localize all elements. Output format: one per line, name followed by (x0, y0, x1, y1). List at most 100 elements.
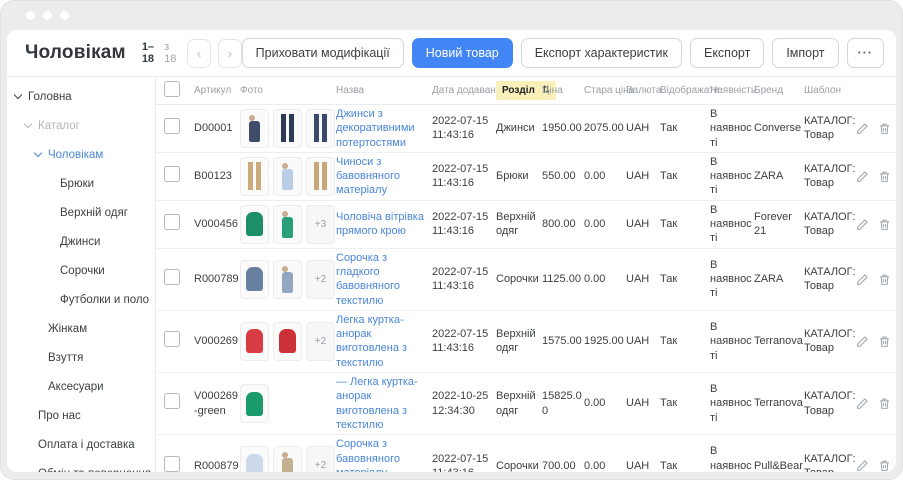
currency-cell: UAH (626, 459, 660, 472)
sidebar-item[interactable]: Каталог (7, 111, 155, 140)
photo-cell[interactable]: +2 (240, 446, 336, 472)
product-name-link[interactable]: Джинси з декоративними потертостями (336, 108, 415, 149)
product-name-link[interactable]: Сорочка з бавовняного матеріалу притален… (336, 438, 428, 472)
window-control-dot (43, 11, 52, 20)
sidebar-item-label: Футболки и поло (60, 294, 149, 306)
column-header-section[interactable]: Розділ⇅ (496, 81, 542, 100)
sidebar-item-label: Головна (28, 91, 72, 103)
sidebar-item[interactable]: Брюки (7, 169, 155, 198)
photo-cell[interactable]: +2 (240, 322, 336, 361)
edit-icon[interactable] (856, 122, 869, 135)
pagination-prev-button[interactable]: ‹ (187, 39, 211, 68)
edit-icon[interactable] (856, 218, 869, 231)
window-control-dot (60, 11, 69, 20)
row-checkbox[interactable] (164, 214, 180, 230)
delete-icon[interactable] (878, 335, 891, 348)
new-product-button[interactable]: Новий товар (412, 38, 513, 68)
edit-icon[interactable] (856, 273, 869, 286)
edit-icon[interactable] (856, 459, 869, 472)
photo-cell[interactable] (240, 109, 336, 148)
display-cell: Так (660, 396, 710, 410)
hide-modifications-button[interactable]: Приховати модифікації (242, 38, 404, 68)
product-name-link[interactable]: Сорочка з гладкого бавовняного текстилю (336, 252, 400, 307)
sidebar-item[interactable]: Жінкам (7, 314, 155, 343)
availability-cell: В наявності (710, 258, 754, 301)
sidebar-item[interactable]: Джинси (7, 227, 155, 256)
garment-shape (246, 267, 263, 291)
photo-cell[interactable]: +2 (240, 260, 336, 299)
app-window: Чоловікам 1–18 з 18 ‹ › Приховати модифі… (0, 0, 903, 480)
column-header-availability[interactable]: Наявність (710, 85, 754, 96)
template-cell: КАТАЛОГ: Товар (804, 452, 856, 472)
model-figure-shape (282, 266, 293, 293)
sidebar-item[interactable]: Футболки и поло (7, 285, 155, 314)
delete-icon[interactable] (878, 397, 891, 410)
photo-cell[interactable] (240, 384, 336, 423)
import-button[interactable]: Імпорт (772, 38, 838, 68)
main-area: ГоловнаКаталогЧоловікамБрюкиВерхній одяг… (7, 77, 896, 472)
row-checkbox[interactable] (164, 456, 180, 472)
edit-icon[interactable] (856, 170, 869, 183)
table-row: R000879+2Сорочка з бавовняного матеріалу… (156, 435, 896, 472)
row-checkbox[interactable] (164, 166, 180, 182)
product-name-link[interactable]: — Легка куртка-анорак виготовлена з текс… (336, 376, 418, 431)
photo-cell[interactable]: +3 (240, 205, 336, 244)
sidebar-item-label: Жінкам (48, 323, 87, 335)
delete-icon[interactable] (878, 170, 891, 183)
column-header-sku[interactable]: Артикул (194, 85, 240, 96)
product-photo (240, 322, 269, 361)
column-header-currency[interactable]: Валюта (626, 85, 660, 96)
old-price-cell: 0.00 (584, 217, 626, 231)
sidebar-item[interactable]: Обмін та повернення (7, 459, 155, 472)
delete-icon[interactable] (878, 273, 891, 286)
sidebar-item[interactable]: Про нас (7, 401, 155, 430)
product-name-link[interactable]: Чиноси з бавовняного матеріалу (336, 156, 400, 197)
price-cell: 1575.00 (542, 334, 584, 348)
edit-icon[interactable] (856, 335, 869, 348)
column-header-photo[interactable]: Фото (240, 85, 336, 96)
sidebar-item-label: Каталог (38, 120, 80, 132)
section-cell: Верхній одяг (496, 389, 542, 418)
row-checkbox[interactable] (164, 269, 180, 285)
more-actions-button[interactable]: ··· (847, 38, 885, 68)
row-checkbox[interactable] (164, 331, 180, 347)
sidebar-item[interactable]: Оплата і доставка (7, 430, 155, 459)
sidebar-item[interactable]: Аксесуари (7, 372, 155, 401)
column-header-name[interactable]: Назва (336, 85, 432, 96)
column-header-brand[interactable]: Бренд (754, 85, 804, 96)
actions-cell (856, 335, 896, 348)
delete-icon[interactable] (878, 122, 891, 135)
section-cell: Верхній одяг (496, 210, 542, 239)
column-header-display[interactable]: Відображати (660, 85, 710, 96)
sidebar-item[interactable]: Чоловікам (7, 140, 155, 169)
row-checkbox[interactable] (164, 393, 180, 409)
select-cell (164, 331, 194, 351)
actions-cell (856, 218, 896, 231)
product-photo (273, 322, 302, 361)
column-header-price[interactable]: Ціна (542, 85, 584, 96)
pagination-next-button[interactable]: › (218, 39, 242, 68)
select-cell (164, 269, 194, 289)
brand-cell: ZARA (754, 169, 804, 183)
column-header-date[interactable]: Дата додавання (432, 85, 496, 96)
column-header-old_price[interactable]: Стара ціна (584, 85, 626, 96)
delete-icon[interactable] (878, 459, 891, 472)
photo-cell[interactable] (240, 157, 336, 196)
sidebar-item[interactable]: Сорочки (7, 256, 155, 285)
delete-icon[interactable] (878, 218, 891, 231)
sidebar-item[interactable]: Взуття (7, 343, 155, 372)
row-checkbox[interactable] (164, 118, 180, 134)
product-photo (306, 157, 335, 196)
export-characteristics-button[interactable]: Експорт характеристик (521, 38, 682, 68)
export-button[interactable]: Експорт (690, 38, 764, 68)
sidebar-item[interactable]: Головна (7, 82, 155, 111)
product-name-link[interactable]: Чоловіча вітрівка прямого крою (336, 211, 424, 237)
sidebar-item[interactable]: Верхній одяг (7, 198, 155, 227)
garment-shape (279, 329, 296, 353)
edit-icon[interactable] (856, 397, 869, 410)
product-name-link[interactable]: Легка куртка-анорак виготовлена з тексти… (336, 314, 407, 369)
column-header-template[interactable]: Шаблон (804, 85, 856, 96)
select-all-checkbox[interactable] (164, 81, 180, 97)
availability-cell: В наявності (710, 382, 754, 425)
table-row: V000456+3Чоловіча вітрівка прямого крою2… (156, 201, 896, 249)
